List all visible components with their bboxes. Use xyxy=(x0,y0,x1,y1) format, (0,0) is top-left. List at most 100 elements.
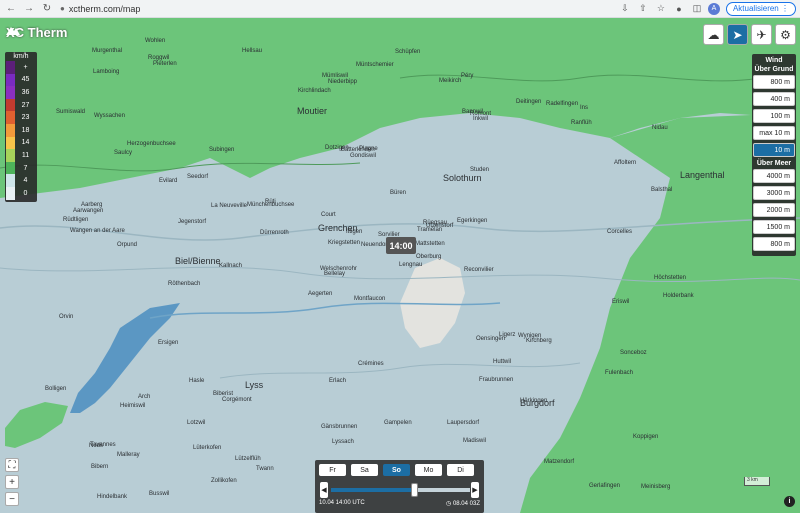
fullscreen-icon[interactable]: ⛶ xyxy=(5,458,19,472)
profile-avatar[interactable]: A xyxy=(707,2,720,15)
time-slider-track[interactable] xyxy=(331,488,470,492)
sidebar-icon[interactable]: ◫ xyxy=(690,2,704,16)
address-bar[interactable]: ● xctherm.com/map xyxy=(60,2,614,15)
day-tabs: Fr Sa So Mo Di xyxy=(319,464,479,476)
wind-layer-icon[interactable]: ➤ xyxy=(727,24,748,45)
time-slider-thumb[interactable] xyxy=(411,483,419,497)
glider-icon[interactable]: ✈ xyxy=(751,24,772,45)
place-label: Lamboing xyxy=(93,69,120,75)
altitude-level-button[interactable]: 800 m xyxy=(753,237,795,251)
place-label: Crémines xyxy=(358,361,384,367)
place-label: Matzendorf xyxy=(544,459,575,465)
altitude-level-button[interactable]: 10 m xyxy=(753,143,795,157)
legend-row: 0 xyxy=(6,186,36,200)
place-label: Röthenbach xyxy=(168,281,201,287)
altitude-level-button[interactable]: 800 m xyxy=(753,75,795,89)
place-label: Höchstetten xyxy=(654,275,687,281)
legend-value: 36 xyxy=(21,88,30,96)
place-label: Wohlen xyxy=(145,38,166,44)
place-label: Münchenbuchsee xyxy=(247,202,295,208)
legend-row: + xyxy=(6,61,36,74)
place-label: Hellsau xyxy=(242,48,263,54)
altitude-level-button[interactable]: 2000 m xyxy=(753,203,795,217)
place-label: Arch xyxy=(138,394,151,400)
place-label: Montfaucon xyxy=(354,296,386,302)
step-forward-button[interactable]: ▶ xyxy=(471,482,479,498)
forward-icon[interactable]: → xyxy=(22,2,36,16)
day-tab[interactable]: Sa xyxy=(351,464,378,476)
place-label: Kriegstetten xyxy=(328,240,361,246)
place-label: Inkwil xyxy=(473,116,489,122)
place-label: Orpund xyxy=(117,242,138,248)
day-tab[interactable]: Mo xyxy=(415,464,442,476)
altitude-level-button[interactable]: 1500 m xyxy=(753,220,795,234)
place-label: Seedorf xyxy=(187,174,209,180)
legend-value: 23 xyxy=(21,114,30,122)
altitude-level-button[interactable]: max 10 m xyxy=(753,126,795,140)
wind-panel-title: Wind xyxy=(765,57,783,64)
clock-icon: ◷ xyxy=(446,501,452,507)
info-icon[interactable]: i xyxy=(784,496,795,507)
place-label: Orvin xyxy=(59,314,74,320)
bookmark-star-icon[interactable]: ☆ xyxy=(654,2,668,16)
legend-row: 18 xyxy=(6,123,36,137)
place-label: Péry xyxy=(461,73,474,79)
extensions-icon[interactable]: ● xyxy=(672,2,686,16)
place-label: Biberist xyxy=(213,391,234,397)
legend-swatch xyxy=(6,86,15,99)
place-label: Corgémont xyxy=(222,397,252,403)
place-label: Wyssachen xyxy=(94,113,125,119)
legend-swatch xyxy=(6,161,15,175)
settings-gear-icon[interactable]: ⚙ xyxy=(775,24,796,45)
legend-value: 7 xyxy=(23,164,28,172)
place-label: Madiswil xyxy=(463,438,487,444)
install-icon[interactable]: ⇩ xyxy=(618,2,632,16)
place-label: Oberburg xyxy=(416,254,442,260)
legend-value: 45 xyxy=(21,76,30,84)
place-label: Neuendorf xyxy=(361,242,390,248)
logo-mountain-icon xyxy=(6,27,20,35)
reload-icon[interactable]: ↻ xyxy=(40,2,54,16)
legend-row: 14 xyxy=(6,136,36,150)
place-label: Ersigen xyxy=(158,340,179,346)
legend-value: 4 xyxy=(23,177,28,185)
place-label: Mümliswil xyxy=(322,73,348,79)
place-label: Holderbank xyxy=(663,293,694,299)
place-label: Busswil xyxy=(149,491,170,497)
place-label: Ligerz xyxy=(499,332,516,338)
place-label: Huttwil xyxy=(493,359,512,365)
place-label: Herzogenbuchsee xyxy=(127,141,176,147)
day-tab[interactable]: Di xyxy=(447,464,474,476)
day-tab[interactable]: So xyxy=(383,464,410,476)
place-label: Bolligen xyxy=(45,386,67,392)
altitude-level-button[interactable]: 3000 m xyxy=(753,186,795,200)
back-icon[interactable]: ← xyxy=(4,2,18,16)
legend-row: 23 xyxy=(6,111,36,124)
map-canvas[interactable]: Moutier Grenchen Solothurn Langenthal Biel/B… xyxy=(0,18,800,513)
altitude-level-button[interactable]: 100 m xyxy=(753,109,795,123)
step-back-button[interactable]: ◀ xyxy=(320,482,328,498)
place-label: Wynigen xyxy=(518,333,542,339)
place-label: Bibern xyxy=(91,464,109,470)
current-time-label: 10.04 14:00 UTC xyxy=(319,500,365,506)
app-logo[interactable]: XC Therm xyxy=(6,25,67,40)
place-label: Lüterkofen xyxy=(193,445,222,451)
place-label: Gerlafingen xyxy=(589,483,621,489)
place-label: Ittigen xyxy=(346,229,363,235)
share-icon[interactable]: ⇧ xyxy=(636,2,650,16)
model-run-time: 08.04 03Z xyxy=(452,501,480,507)
place-label: Hindelbank xyxy=(97,494,128,500)
altitude-level-button[interactable]: 4000 m xyxy=(753,169,795,183)
place-label: Eriswil xyxy=(612,299,630,305)
weather-cloud-icon[interactable]: ☁ xyxy=(703,24,724,45)
zoom-in-button[interactable]: + xyxy=(5,475,19,489)
update-button[interactable]: Aktualisieren ⋮ xyxy=(725,1,796,16)
profile-letter: A xyxy=(711,5,717,12)
place-label: Lengnau xyxy=(399,262,423,268)
zoom-out-button[interactable]: − xyxy=(5,492,19,506)
place-label: Egerkingen xyxy=(457,218,488,224)
altitude-level-button[interactable]: 400 m xyxy=(753,92,795,106)
legend-value: 27 xyxy=(21,101,30,109)
day-tab[interactable]: Fr xyxy=(319,464,346,476)
place-label: Ranflüh xyxy=(571,120,592,126)
